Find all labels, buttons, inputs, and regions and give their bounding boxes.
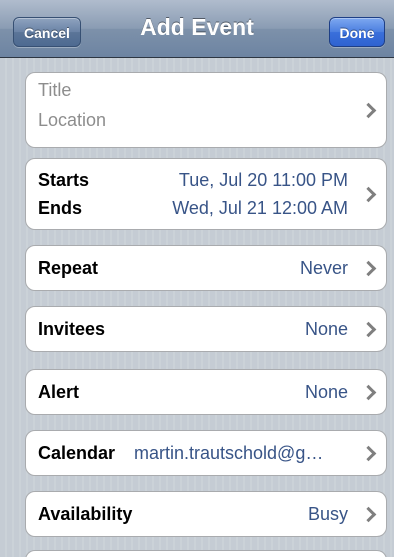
phone-screen: Cancel Add Event Done Title Location Sta… (0, 0, 394, 557)
invitees-label: Invitees (38, 319, 106, 339)
alert-label: Alert (38, 382, 80, 402)
location-field[interactable]: Location (38, 110, 106, 131)
ends-label: Ends (38, 198, 83, 218)
calendar-value: martin.trautschold@g… (134, 443, 324, 463)
starts-label: Starts (38, 170, 90, 190)
title-field[interactable]: Title (38, 80, 71, 101)
repeat-label: Repeat (38, 258, 99, 278)
availability-label: Availability (38, 504, 133, 524)
title-location-cell[interactable]: Title Location (25, 72, 387, 148)
alert-value: None (304, 382, 348, 402)
chevron-right-icon (360, 445, 377, 462)
availability-cell[interactable]: Availability Busy (25, 491, 387, 537)
done-button[interactable]: Done (329, 17, 385, 47)
invitees-cell[interactable]: Invitees None (25, 306, 387, 352)
invitees-value: None (304, 319, 348, 339)
chevron-right-icon (360, 321, 377, 338)
starts-value: Tue, Jul 20 11:00 PM (178, 170, 348, 190)
navigation-bar: Cancel Add Event Done (0, 0, 394, 58)
calendar-cell[interactable]: Calendar martin.trautschold@g… (25, 430, 387, 476)
calendar-label: Calendar (38, 443, 116, 463)
repeat-cell[interactable]: Repeat Never (25, 245, 387, 291)
chevron-right-icon (360, 186, 377, 203)
chevron-right-icon (360, 260, 377, 277)
availability-value: Busy (307, 504, 348, 524)
alert-cell[interactable]: Alert None (25, 369, 387, 415)
chevron-right-icon (360, 384, 377, 401)
next-cell-partial[interactable] (25, 550, 387, 557)
starts-ends-cell[interactable]: Starts Tue, Jul 20 11:00 PM Ends Wed, Ju… (25, 158, 387, 230)
chevron-right-icon (360, 506, 377, 523)
repeat-value: Never (299, 258, 348, 278)
ends-value: Wed, Jul 21 12:00 AM (172, 198, 348, 218)
chevron-right-icon (360, 102, 377, 119)
